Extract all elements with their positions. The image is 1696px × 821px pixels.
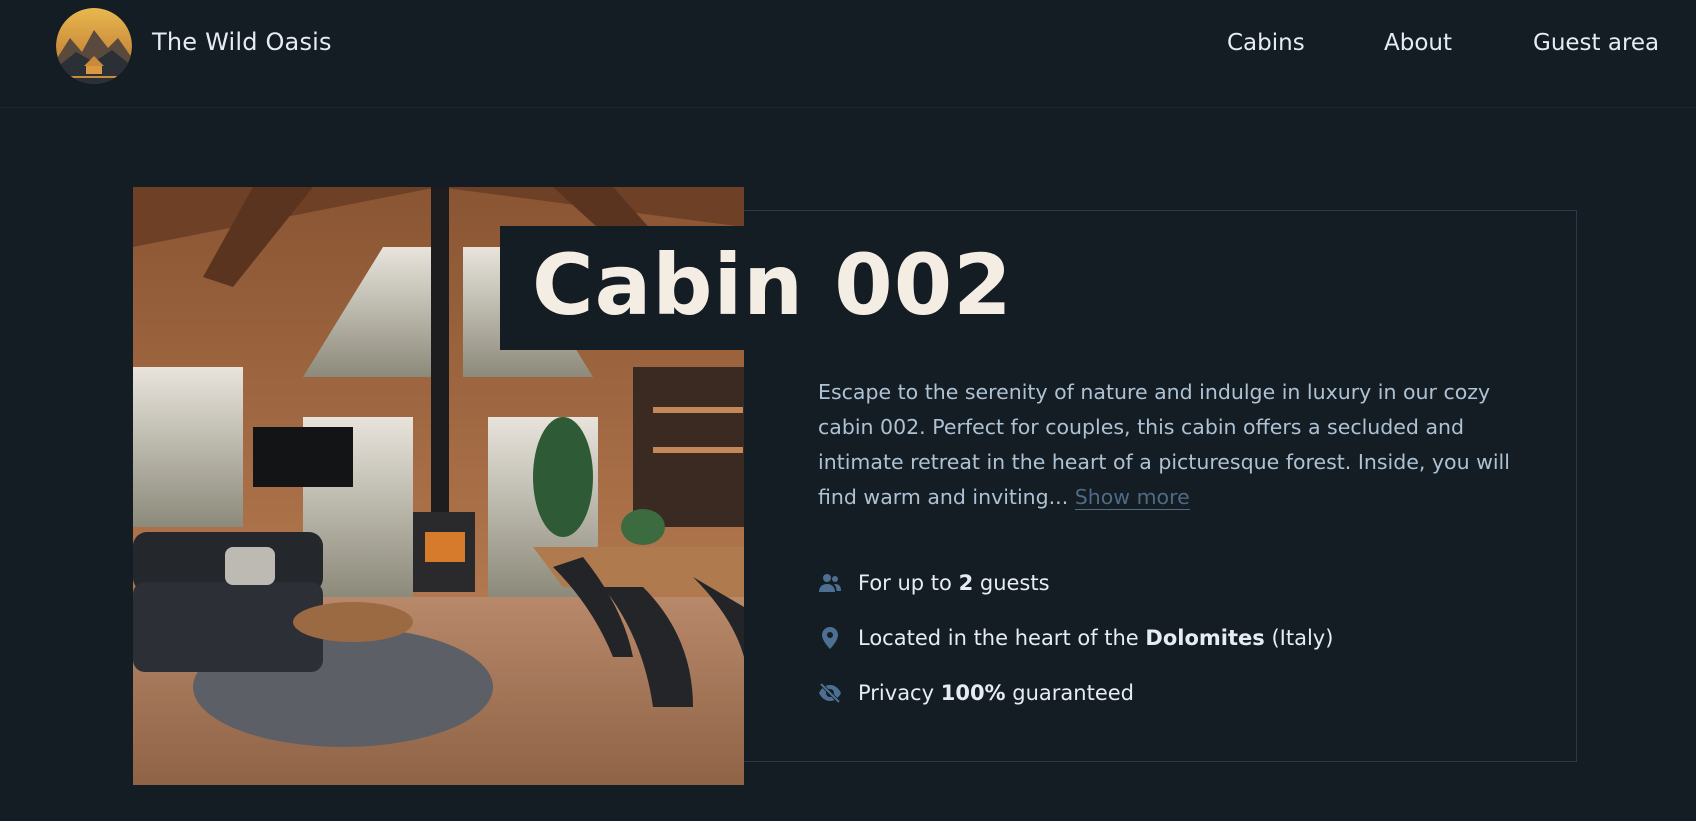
privacy-text: Privacy 100% guaranteed (858, 681, 1134, 705)
users-icon (818, 571, 842, 595)
brand-name[interactable]: The Wild Oasis (152, 28, 332, 56)
feature-guests: For up to 2 guests (818, 568, 1050, 598)
logo[interactable] (56, 8, 132, 84)
privacy-suffix: guaranteed (1005, 681, 1135, 705)
location-text: Located in the heart of the Dolomites (I… (858, 626, 1333, 650)
feature-privacy: Privacy 100% guaranteed (818, 678, 1134, 708)
privacy-prefix: Privacy (858, 681, 941, 705)
nav-about[interactable]: About (1384, 30, 1452, 56)
location-name: Dolomites (1145, 626, 1265, 650)
guests-suffix: guests (973, 571, 1050, 595)
cabin-description: Escape to the serenity of nature and ind… (818, 375, 1518, 515)
logo-icon (56, 8, 132, 84)
guests-text: For up to 2 guests (858, 571, 1050, 595)
nav-guest-area[interactable]: Guest area (1533, 30, 1659, 56)
location-suffix: (Italy) (1264, 626, 1334, 650)
guests-count: 2 (958, 571, 974, 595)
eye-slash-icon (818, 681, 842, 705)
cabin-title: Cabin 002 (532, 236, 1013, 334)
location-prefix: Located in the heart of the (858, 626, 1146, 650)
privacy-value: 100% (940, 681, 1006, 705)
site-header: The Wild Oasis Cabins About Guest area (0, 0, 1696, 108)
show-more-link[interactable]: Show more (1074, 485, 1190, 510)
guests-prefix: For up to (858, 571, 959, 595)
map-pin-icon (818, 626, 842, 650)
nav-cabins[interactable]: Cabins (1227, 30, 1305, 56)
feature-location: Located in the heart of the Dolomites (I… (818, 623, 1333, 653)
